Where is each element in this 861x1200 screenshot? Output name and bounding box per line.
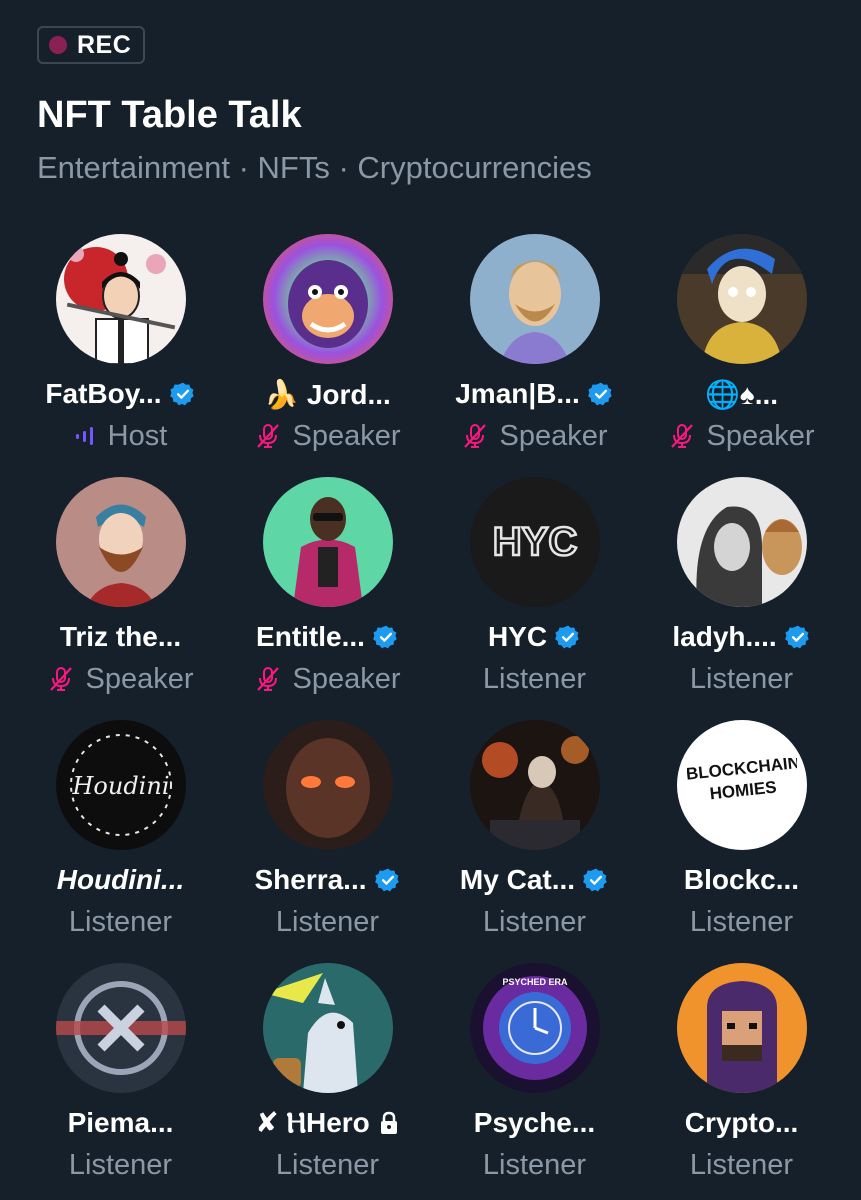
participant-name: 🌐♠... [704, 378, 779, 410]
participant-card[interactable]: Entitle... Speaker [224, 477, 431, 720]
participants-grid: FatBoy... Host 🍌 Jord... Speaker Jman|B.… [0, 234, 861, 1200]
avatar[interactable] [469, 720, 600, 850]
participant-role: Host [107, 419, 168, 452]
avatar[interactable] [262, 720, 393, 850]
participant-name: Jman|B... [455, 378, 580, 409]
participant-card[interactable]: Piema... Listener [17, 963, 224, 1200]
verified-badge-icon [374, 868, 399, 892]
participant-card[interactable]: ✘ ⲎHero Listener [224, 963, 431, 1200]
recording-label: REC [77, 30, 132, 59]
participant-card[interactable]: PSYCHED ERA Psyche... Listener [431, 963, 638, 1200]
participant-name: ladyh.... [672, 621, 777, 652]
participant-name: Entitle... [256, 621, 365, 652]
verified-badge-icon [583, 868, 607, 892]
lock-icon [380, 1111, 397, 1134]
participant-role: Listener [275, 1148, 380, 1181]
avatar[interactable] [262, 477, 393, 607]
participant-role: Speaker [85, 662, 194, 695]
participant-card[interactable]: HYC HYC Listener [431, 477, 638, 720]
participant-card[interactable]: FatBoy... Host [17, 234, 224, 477]
host-audio-bars-icon [75, 427, 93, 445]
participant-card[interactable]: 🌐♠... Speaker [638, 234, 845, 477]
participant-card[interactable]: ladyh.... Listener [638, 477, 845, 720]
space-participants-page: REC NFT Table Talk Entertainment · NFTs … [0, 0, 861, 1200]
participant-role: Listener [275, 905, 380, 938]
verified-badge-icon [169, 382, 194, 406]
participant-role: Listener [68, 905, 173, 938]
recording-badge: REC [37, 26, 145, 64]
avatar-text: BLOCKCHAIN HOMIES [686, 758, 797, 804]
participant-role: Listener [689, 1148, 794, 1181]
avatar[interactable] [55, 234, 186, 364]
participant-role: Listener [482, 662, 587, 695]
verified-badge-icon [373, 625, 397, 649]
participant-role: Listener [68, 1148, 173, 1181]
mic-muted-icon [50, 667, 73, 691]
space-title: NFT Table Talk [37, 94, 302, 136]
participant-role: Listener [689, 905, 794, 938]
mic-muted-icon [671, 424, 694, 448]
participant-card[interactable]: Crypto... Listener [638, 963, 845, 1200]
participant-name: HYC [487, 621, 548, 652]
participant-name: Triz the... [59, 621, 182, 652]
participant-name: Psyche... [473, 1107, 596, 1138]
avatar[interactable]: HYC [469, 477, 600, 607]
participant-role: Speaker [292, 419, 401, 452]
avatar[interactable] [676, 477, 807, 607]
avatar-text: Houdini [71, 772, 169, 800]
participant-card[interactable]: BLOCKCHAIN HOMIES Blockc... Listener [638, 720, 845, 963]
participant-name: Houdini... [56, 864, 185, 895]
participant-role: Speaker [499, 419, 608, 452]
recording-dot-icon [49, 36, 67, 54]
verified-badge-icon [555, 625, 579, 649]
avatar[interactable]: BLOCKCHAIN HOMIES [676, 720, 807, 850]
participant-card[interactable]: 🍌 Jord... Speaker [224, 234, 431, 477]
participant-role: Listener [689, 662, 794, 695]
avatar[interactable] [469, 234, 600, 364]
participant-role: Speaker [292, 662, 401, 695]
participant-role: Speaker [706, 419, 815, 452]
avatar[interactable] [262, 234, 393, 364]
participant-card[interactable]: My Cat... Listener [431, 720, 638, 963]
avatar[interactable] [676, 963, 807, 1093]
avatar[interactable] [676, 234, 807, 364]
participant-name: ✘ ⲎHero [255, 1107, 370, 1138]
participant-card[interactable]: Houdini Houdini... Listener [17, 720, 224, 963]
mic-muted-icon [464, 424, 487, 448]
verified-badge-icon [784, 625, 809, 649]
participant-role: Listener [482, 905, 587, 938]
avatar-text: PSYCHED ERA [502, 977, 568, 987]
space-topics: Entertainment · NFTs · Cryptocurrencies [37, 150, 592, 185]
participant-name: FatBoy... [45, 378, 162, 409]
participant-name: 🍌 Jord... [264, 378, 391, 410]
mic-muted-icon [257, 424, 280, 448]
avatar[interactable] [262, 963, 393, 1093]
avatar[interactable] [55, 477, 186, 607]
mic-muted-icon [257, 667, 280, 691]
verified-badge-icon [587, 382, 612, 406]
avatar[interactable]: PSYCHED ERA [469, 963, 600, 1093]
avatar-text: HYC [492, 520, 576, 564]
participant-role: Listener [482, 1148, 587, 1181]
participant-name: Piema... [67, 1107, 174, 1138]
avatar[interactable] [55, 963, 186, 1093]
participant-name: My Cat... [459, 864, 576, 895]
participant-name: Sherra... [254, 864, 367, 895]
participant-card[interactable]: Jman|B... Speaker [431, 234, 638, 477]
avatar[interactable]: Houdini [55, 720, 186, 850]
participant-name: Blockc... [683, 864, 800, 895]
participant-name: Crypto... [684, 1107, 799, 1138]
participant-card[interactable]: Triz the... Speaker [17, 477, 224, 720]
participant-card[interactable]: Sherra... Listener [224, 720, 431, 963]
